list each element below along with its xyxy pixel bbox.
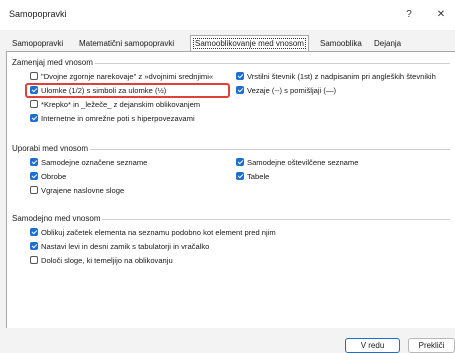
- checkbox-checked-icon[interactable]: [30, 242, 38, 250]
- option-bulleted-lists[interactable]: Samodejne označene sezname: [30, 157, 147, 168]
- option-tables[interactable]: Tabele: [236, 171, 269, 182]
- checkbox-checked-icon[interactable]: [30, 172, 38, 180]
- group-divider: [90, 149, 450, 150]
- window-title: Samopopravki: [9, 9, 67, 19]
- option-borders[interactable]: Obrobe: [30, 171, 66, 182]
- autocorrect-dialog: Samopopravki ? ✕ Samopopravki Matematičn…: [0, 0, 455, 353]
- group-title-apply: Uporabi med vnosom: [12, 144, 89, 153]
- tab-autoformat[interactable]: Samooblika: [320, 36, 362, 51]
- group-divider: [102, 219, 450, 220]
- checkbox-checked-icon[interactable]: [236, 86, 244, 94]
- title-bar: Samopopravki ? ✕: [0, 0, 455, 30]
- option-define-styles[interactable]: Določi sloge, ki temeljijo na oblikovanj…: [30, 255, 173, 266]
- option-list-item-format[interactable]: Oblikuj začetek elementa na seznamu podo…: [30, 227, 276, 238]
- tab-autoformat-as-you-type[interactable]: Samooblikovanje med vnosom: [190, 35, 309, 52]
- close-button[interactable]: ✕: [430, 6, 452, 24]
- checkbox-icon[interactable]: [30, 72, 38, 80]
- option-bold-italic[interactable]: *Krepko* in _ležeče_ z dejanskim oblikov…: [30, 99, 200, 110]
- checkbox-checked-icon[interactable]: [236, 172, 244, 180]
- tab-math-autocorrect[interactable]: Matematični samopopravki: [79, 36, 174, 51]
- tab-strip: Samopopravki Matematični samopopravki Sa…: [0, 35, 455, 52]
- option-indent-tabs[interactable]: Nastavi levi in desni zamik s tabulatorj…: [30, 241, 209, 252]
- checkbox-checked-icon[interactable]: [236, 158, 244, 166]
- checkbox-checked-icon[interactable]: [30, 228, 38, 236]
- option-hyphens-dashes[interactable]: Vezaje (--) s pomišljaji (—): [236, 85, 336, 96]
- checkbox-icon[interactable]: [30, 100, 38, 108]
- checkbox-checked-icon[interactable]: [30, 114, 38, 122]
- group-title-automatic: Samodejno med vnosom: [12, 214, 101, 223]
- help-button[interactable]: ?: [398, 6, 420, 24]
- cancel-button[interactable]: Prekliči: [408, 338, 455, 353]
- highlight-box: [25, 83, 230, 98]
- option-hyperlinks[interactable]: Internetne in omrežne poti s hiperpoveza…: [30, 113, 195, 124]
- group-divider: [95, 63, 450, 64]
- option-ordinals-superscript[interactable]: Vrstilni števnik (1st) z nadpisanim pri …: [236, 71, 436, 82]
- checkbox-icon[interactable]: [30, 186, 38, 194]
- checkbox-icon[interactable]: [30, 256, 38, 264]
- checkbox-checked-icon[interactable]: [30, 158, 38, 166]
- option-smart-quotes[interactable]: "Dvojne zgornje narekovaje" z »dvojnimi …: [30, 71, 213, 82]
- option-numbered-lists[interactable]: Samodejne oštevilčene sezname: [236, 157, 358, 168]
- tab-actions[interactable]: Dejanja: [374, 36, 401, 51]
- tab-autocorrect[interactable]: Samopopravki: [12, 36, 63, 51]
- option-heading-styles[interactable]: Vgrajene naslovne sloge: [30, 185, 124, 196]
- group-title-replace: Zamenjaj med vnosom: [12, 58, 93, 67]
- checkbox-checked-icon[interactable]: [236, 72, 244, 80]
- ok-button[interactable]: V redu: [345, 338, 400, 353]
